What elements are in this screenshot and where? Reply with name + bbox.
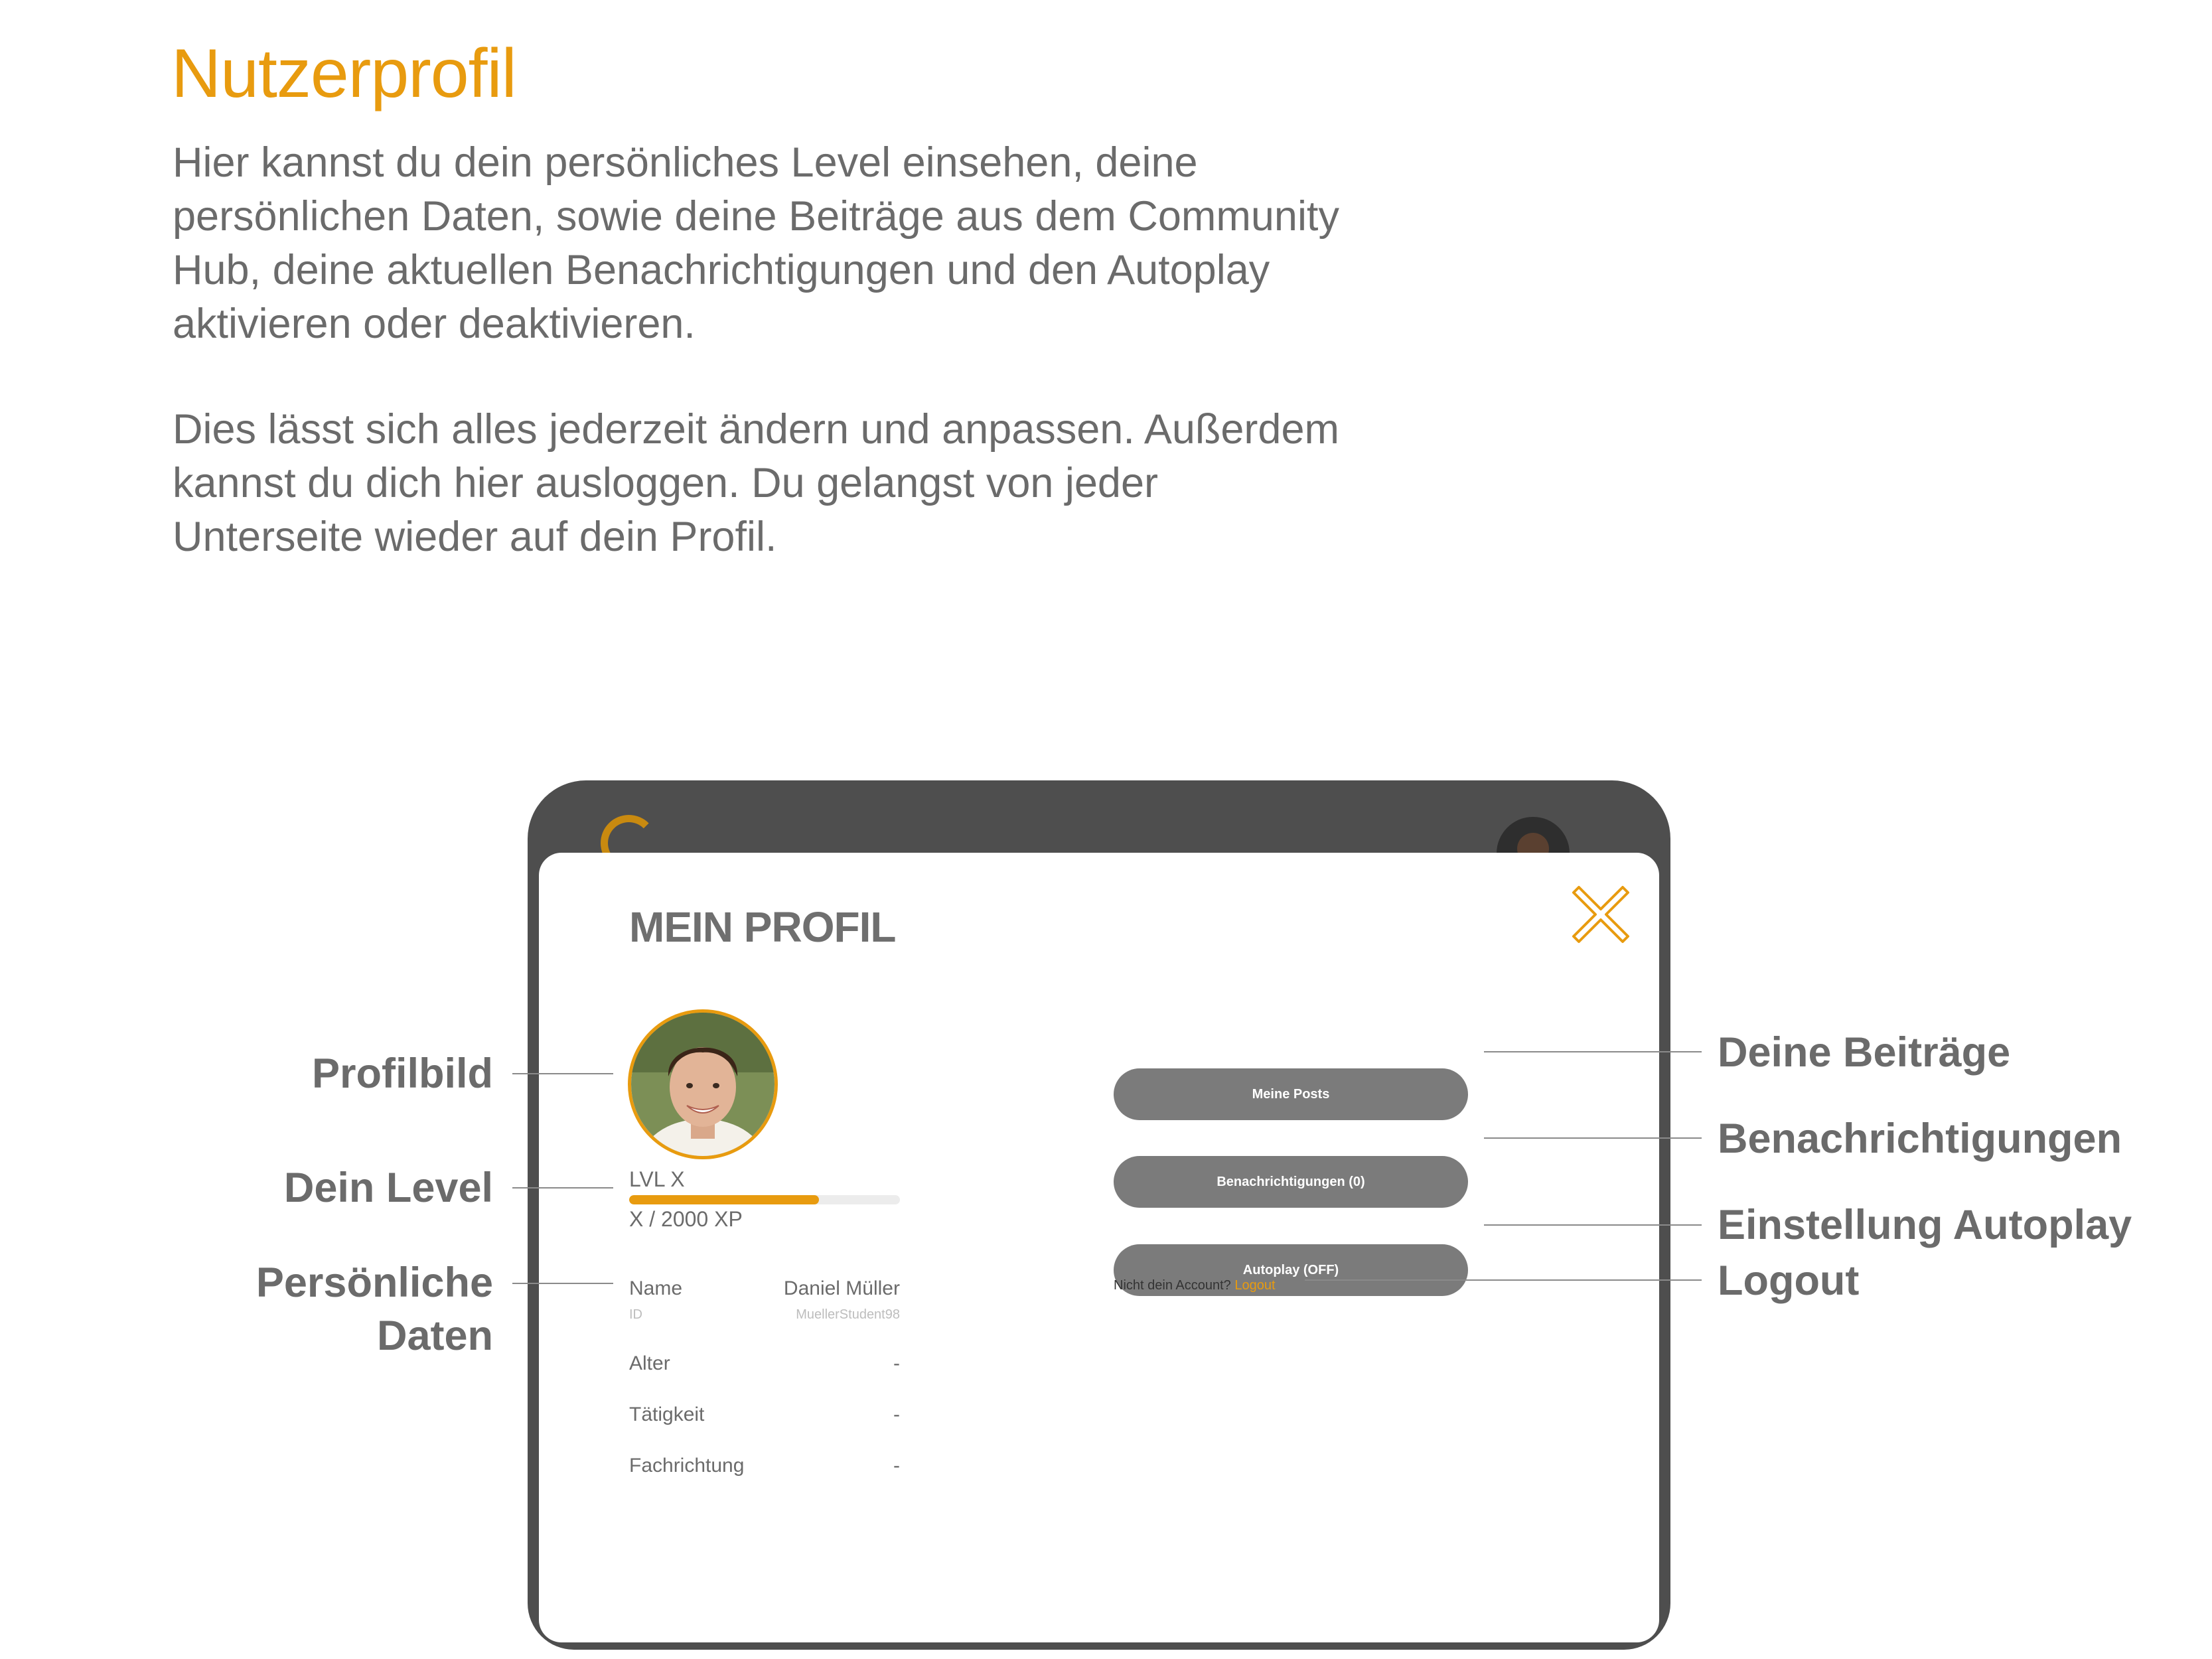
info-value: - (893, 1352, 900, 1374)
info-value: Daniel Müller (783, 1277, 900, 1299)
info-row-taetigkeit: Tätigkeit - (629, 1404, 900, 1426)
modal-title: MEIN PROFIL (629, 903, 896, 951)
info-label: Name (629, 1277, 683, 1299)
my-posts-button[interactable]: Meine Posts (1114, 1068, 1468, 1120)
info-label: Tätigkeit (629, 1404, 705, 1425)
info-row-fachrichtung: Fachrichtung - (629, 1455, 900, 1477)
callout-line-daten (512, 1283, 613, 1284)
callout-line-logout (1305, 1279, 1702, 1281)
info-value: MuellerStudent98 (796, 1307, 900, 1322)
page-title: Nutzerprofil (171, 35, 517, 112)
intro-paragraph-2: Dies lässt sich alles jederzeit ändern u… (173, 406, 1339, 560)
xp-label: X / 2000 XP (629, 1207, 743, 1231)
logout-link[interactable]: Logout (1234, 1278, 1275, 1293)
intro-paragraph-1: Hier kannst du dein persönliches Level e… (173, 139, 1339, 347)
callout-benachrichtigungen: Benachrichtigungen (1718, 1116, 2122, 1162)
callout-logout: Logout (1718, 1258, 1860, 1304)
info-label: ID (629, 1307, 642, 1322)
callout-line-beitraege (1484, 1051, 1702, 1052)
profile-modal: MEIN PROFIL LVL X X / 2000 XP Name Danie… (539, 853, 1659, 1642)
level-progress-bar (629, 1195, 900, 1204)
info-label: Alter (629, 1352, 670, 1374)
profile-picture[interactable] (628, 1009, 778, 1159)
level-progress-fill (629, 1195, 819, 1204)
callout-line-level (512, 1187, 613, 1189)
notifications-button[interactable]: Benachrichtigungen (0) (1114, 1156, 1468, 1208)
callout-line-profilbild (512, 1073, 613, 1074)
callout-profilbild: Profilbild (312, 1050, 493, 1097)
info-value: - (893, 1404, 900, 1425)
callout-daten-line2: Daten (376, 1313, 493, 1359)
info-row-id: ID MuellerStudent98 (629, 1307, 900, 1323)
callout-autoplay: Einstellung Autoplay (1718, 1202, 2132, 1248)
callout-line-benachrichtigungen (1484, 1137, 1702, 1139)
info-row-alter: Alter - (629, 1352, 900, 1375)
callout-level: Dein Level (283, 1165, 493, 1211)
account-text: Nicht dein Account? (1114, 1278, 1231, 1293)
info-value: - (893, 1455, 900, 1477)
tablet-mockup: MEIN PROFIL LVL X X / 2000 XP Name Danie… (528, 780, 1670, 1650)
info-row-name: Name Daniel Müller (629, 1277, 900, 1300)
info-label: Fachrichtung (629, 1455, 745, 1477)
callout-beitraege: Deine Beiträge (1718, 1029, 2011, 1076)
level-label: LVL X (629, 1167, 685, 1191)
account-line: Nicht dein Account? Logout (1114, 1278, 1276, 1293)
callout-daten-line1: Persönliche (256, 1260, 493, 1306)
callout-line-autoplay (1484, 1224, 1702, 1226)
callout-daten: Persönliche Daten (256, 1256, 493, 1362)
close-x-icon[interactable] (1571, 885, 1631, 944)
